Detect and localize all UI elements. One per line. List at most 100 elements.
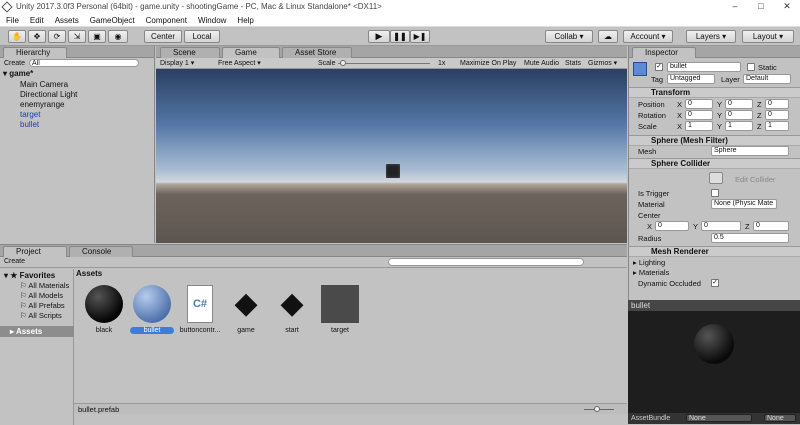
center-z-field[interactable]: 0: [753, 221, 789, 231]
layout-button[interactable]: Layout ▾: [742, 30, 794, 43]
center-y-field[interactable]: 0: [701, 221, 741, 231]
minimize-icon[interactable]: –: [722, 0, 748, 14]
tab-project[interactable]: Project: [3, 246, 67, 257]
asset-item[interactable]: ◆ start: [268, 285, 316, 334]
transform-z-field[interactable]: 0: [765, 99, 789, 109]
mesh-filter-header[interactable]: Sphere (Mesh Filter): [629, 135, 800, 146]
transform-row-label: Position: [638, 100, 665, 109]
favorites-item[interactable]: ⚐ All Materials: [20, 281, 69, 291]
create-button[interactable]: Create: [4, 60, 25, 67]
tab-asset-store[interactable]: Asset Store: [282, 47, 352, 58]
menu-assets[interactable]: Assets: [55, 16, 79, 25]
hierarchy-item[interactable]: target: [20, 110, 77, 120]
game-viewport[interactable]: [156, 69, 627, 243]
sphere-collider-header[interactable]: Sphere Collider: [629, 158, 800, 169]
close-icon[interactable]: ✕: [774, 0, 800, 14]
tab-console[interactable]: Console: [69, 246, 133, 257]
transform-z-field[interactable]: 0: [765, 110, 789, 120]
tab-hierarchy[interactable]: Hierarchy: [3, 47, 67, 58]
cloud-icon[interactable]: ☁: [598, 30, 618, 43]
menu-file[interactable]: File: [6, 16, 19, 25]
menu-window[interactable]: Window: [198, 16, 226, 25]
menu-component[interactable]: Component: [146, 16, 187, 25]
rect-tool-icon[interactable]: ▣: [88, 30, 106, 43]
edit-collider-icon[interactable]: [709, 172, 723, 184]
maximize-icon[interactable]: □: [748, 0, 774, 14]
active-checkbox[interactable]: ✓: [655, 63, 663, 71]
favorites-item[interactable]: ⚐ All Prefabs: [20, 301, 69, 311]
asset-item[interactable]: black: [80, 285, 128, 334]
menu-help[interactable]: Help: [237, 16, 253, 25]
asset-item[interactable]: target: [316, 285, 364, 334]
is-trigger-checkbox[interactable]: [711, 189, 719, 197]
collab-button[interactable]: Collab ▾: [545, 30, 593, 43]
maximize-on-play-toggle[interactable]: Maximize On Play: [460, 60, 516, 67]
aspect-select[interactable]: Free Aspect ▾: [218, 59, 261, 67]
transform-y-field[interactable]: 1: [725, 121, 753, 131]
assetbundle-variant-select[interactable]: None: [764, 414, 796, 422]
breadcrumb[interactable]: Assets: [76, 269, 102, 278]
hierarchy-item[interactable]: bullet: [20, 120, 77, 130]
favorites-item[interactable]: ⚐ All Scripts: [20, 311, 69, 321]
scale-slider-handle[interactable]: [340, 60, 346, 66]
scene-root[interactable]: ▾ game*: [3, 69, 33, 78]
asset-item[interactable]: ◆ game: [222, 285, 270, 334]
project-search-input[interactable]: [388, 258, 584, 266]
center-x-field[interactable]: 0: [655, 221, 689, 231]
lighting-foldout[interactable]: ▸ Lighting: [633, 258, 665, 267]
stats-toggle[interactable]: Stats: [565, 60, 581, 67]
dynamic-occluded-checkbox[interactable]: ✓: [711, 279, 719, 287]
asset-item[interactable]: bullet: [128, 285, 176, 334]
mute-audio-toggle[interactable]: Mute Audio: [524, 60, 559, 67]
transform-z-field[interactable]: 1: [765, 121, 789, 131]
materials-foldout[interactable]: ▸ Materials: [633, 268, 669, 277]
preview-sphere[interactable]: [694, 324, 734, 364]
favorites-folder[interactable]: ▾ ★ Favorites: [4, 271, 55, 280]
move-tool-icon[interactable]: ✥: [28, 30, 46, 43]
transform-x-field[interactable]: 0: [685, 99, 713, 109]
hand-tool-icon[interactable]: ✋: [8, 30, 26, 43]
account-button[interactable]: Account ▾: [623, 30, 673, 43]
display-select[interactable]: Display 1 ▾: [160, 59, 194, 67]
favorites-item[interactable]: ⚐ All Models: [20, 291, 69, 301]
transform-x-field[interactable]: 0: [685, 110, 713, 120]
tag-select[interactable]: Untagged: [667, 74, 715, 84]
play-button[interactable]: ▶: [368, 30, 390, 43]
pivot-local-button[interactable]: Local: [184, 30, 220, 43]
hierarchy-item[interactable]: Main Camera: [20, 80, 77, 90]
menu-gameobject[interactable]: GameObject: [90, 16, 135, 25]
mesh-renderer-header[interactable]: Mesh Renderer: [629, 246, 800, 257]
transform-x-field[interactable]: 1: [685, 121, 713, 131]
tab-game[interactable]: Game: [222, 47, 280, 58]
menu-edit[interactable]: Edit: [30, 16, 44, 25]
hierarchy-search-input[interactable]: All: [29, 59, 140, 67]
scale-tool-icon[interactable]: ⇲: [68, 30, 86, 43]
pivot-center-button[interactable]: Center: [144, 30, 182, 43]
rotate-tool-icon[interactable]: ⟳: [48, 30, 66, 43]
hierarchy-item[interactable]: enemyrange: [20, 100, 77, 110]
radius-field[interactable]: 0.5: [711, 233, 789, 243]
pause-button[interactable]: ❚❚: [390, 30, 410, 43]
physic-material-field[interactable]: None (Physic Mate: [711, 199, 777, 209]
icon-size-slider-handle[interactable]: [594, 406, 600, 412]
transform-y-field[interactable]: 0: [725, 110, 753, 120]
transform-header[interactable]: Transform: [629, 87, 800, 98]
assetbundle-select[interactable]: None: [686, 414, 752, 422]
mesh-field[interactable]: Sphere: [711, 146, 789, 156]
transform-tool-icon[interactable]: ◉: [108, 30, 128, 43]
static-checkbox[interactable]: [747, 63, 755, 71]
layer-select[interactable]: Default: [743, 74, 791, 84]
asset-item[interactable]: C# buttoncontr...: [176, 285, 224, 334]
transform-y-field[interactable]: 0: [725, 99, 753, 109]
project-create-button[interactable]: Create: [4, 258, 25, 265]
hierarchy-item[interactable]: Directional Light: [20, 90, 77, 100]
step-button[interactable]: ▶❚: [410, 30, 430, 43]
scale-slider[interactable]: [338, 63, 430, 64]
asset-label: bullet: [130, 327, 174, 334]
assets-folder[interactable]: ▸ Assets: [0, 326, 74, 337]
tab-scene[interactable]: Scene: [160, 47, 220, 58]
tab-inspector[interactable]: Inspector: [632, 47, 696, 58]
gizmos-toggle[interactable]: Gizmos ▾: [588, 59, 617, 67]
object-name-field[interactable]: bullet: [667, 62, 741, 72]
layers-button[interactable]: Layers ▾: [686, 30, 736, 43]
